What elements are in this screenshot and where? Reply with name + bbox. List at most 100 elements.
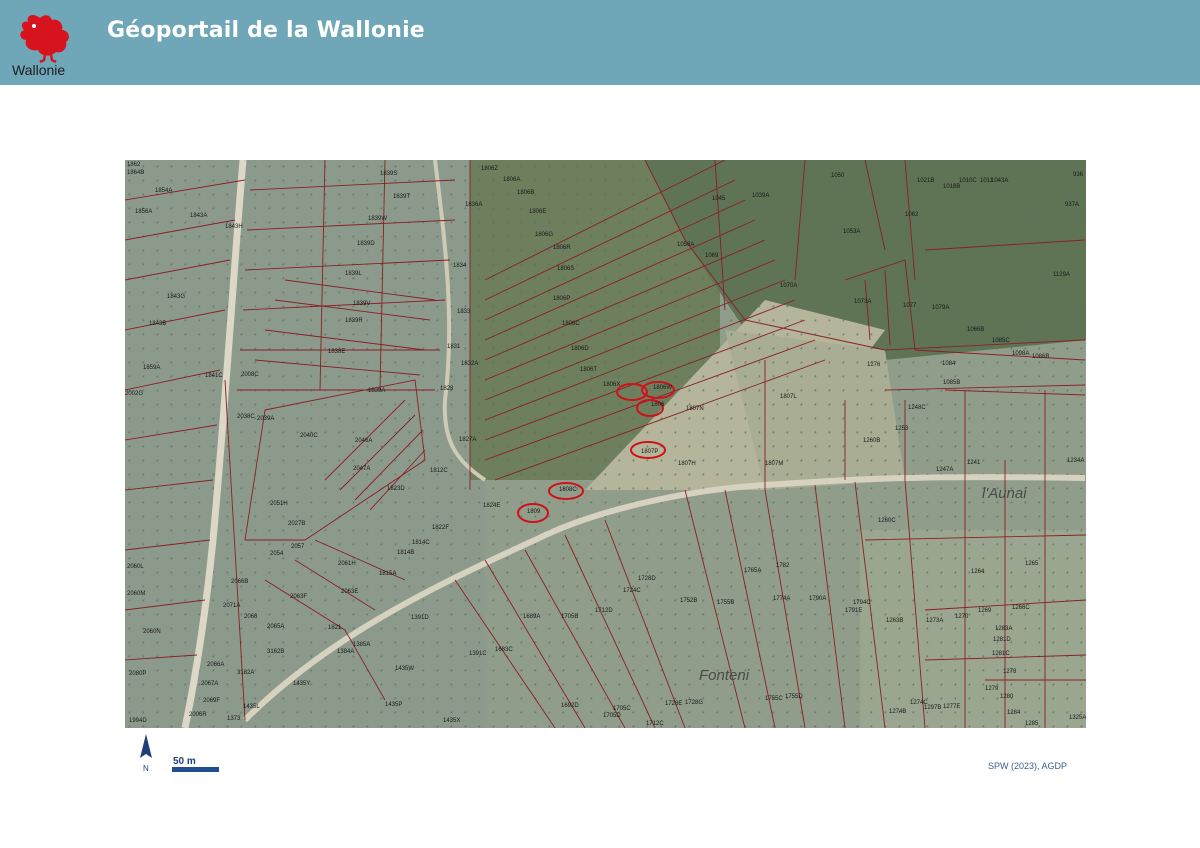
parcel-label: 1806E <box>529 209 546 215</box>
parcel-label: 1274B <box>889 709 906 715</box>
parcel-label: 2071A <box>223 603 240 609</box>
parcel-label: 1806A <box>503 177 520 183</box>
parcel-label: 1070A <box>780 283 797 289</box>
scale-label: 50 m <box>173 756 196 767</box>
parcel-label: 2054 <box>270 551 284 557</box>
parcel-label: 1062 <box>905 212 919 218</box>
parcel-label: 1373 <box>227 716 241 722</box>
parcel-label: 3162B <box>267 649 284 655</box>
parcel-label: 1839R <box>345 318 363 324</box>
parcel-label: 1263B <box>886 618 903 624</box>
parcel-label: 1752B <box>680 598 697 604</box>
north-label: N <box>143 764 149 773</box>
parcel-label: 2069F <box>203 698 220 704</box>
parcel-label: 1045 <box>712 196 726 202</box>
parcel-label: 2067A <box>201 681 218 687</box>
parcel-label: 1391D <box>411 615 429 621</box>
parcel-label: 1806S <box>557 266 574 272</box>
parcel-label: 1260B <box>863 438 880 444</box>
parcel-label: 2047A <box>353 466 370 472</box>
parcel-label: 1241 <box>967 460 981 466</box>
parcel-label: 1283A <box>995 626 1012 632</box>
place-label-aunai: l'Aunai <box>982 485 1027 502</box>
parcel-label: 1808C <box>559 487 577 493</box>
parcel-label: 1284 <box>1007 710 1021 716</box>
parcel-label: 1854A <box>155 188 172 194</box>
parcel-label: 2066B <box>231 579 248 585</box>
attribution: SPW (2023), AGDP <box>988 761 1068 771</box>
parcel-label: 1755B <box>717 600 734 606</box>
parcel-label: 1234A <box>1067 458 1084 464</box>
parcel-label: 1266C <box>1012 605 1030 611</box>
parcel-label: 1839L <box>345 271 362 277</box>
parcel-label: 1806G <box>535 232 553 238</box>
parcel-label: 1794C <box>853 600 871 606</box>
parcel-label: 1774A <box>773 596 790 602</box>
parcel-label: 2002G <box>125 391 143 397</box>
parcel-label: 1435L <box>243 704 260 710</box>
parcel-label: 1712D <box>595 608 613 614</box>
parcel-label: 1806C <box>562 321 580 327</box>
parcel-label: 2066A <box>207 662 224 668</box>
parcel-label: 1248C <box>908 405 926 411</box>
parcel-label: 1085B <box>943 380 960 386</box>
parcel-label: 1270 <box>955 614 969 620</box>
parcel-label: 1839T <box>393 194 410 200</box>
parcel-label: 1807M <box>765 461 783 467</box>
parcel-label: 1843H <box>225 224 243 230</box>
parcel-label: 1435P <box>385 702 402 708</box>
parcel-label: 1809 <box>527 509 541 515</box>
parcel-label: 1839V <box>353 301 370 307</box>
header-bar: Wallonie Géoportail de la Wallonie <box>0 0 1200 85</box>
parcel-label: 1384A <box>337 649 354 655</box>
parcel-label: 1264 <box>971 569 985 575</box>
parcel-label: 1281C <box>992 651 1010 657</box>
parcel-label: 1066B <box>967 327 984 333</box>
parcel-label: 2060M <box>127 591 145 597</box>
parcel-label: 1806D <box>571 346 589 352</box>
parcel-label: 1838E <box>328 349 345 355</box>
parcel-label: 1807H <box>678 461 696 467</box>
parcel-label: 1765A <box>744 568 761 574</box>
parcel-label: 1827A <box>459 437 476 443</box>
parcel-label: 2038C <box>237 414 255 420</box>
parcel-label: 1039A <box>752 193 769 199</box>
parcel-label: 1692D <box>561 703 579 709</box>
parcel-label: 1265 <box>1025 561 1039 567</box>
parcel-label: 1823D <box>387 486 405 492</box>
parcel-label: 1815A <box>379 571 396 577</box>
parcel-label: 2061H <box>338 561 356 567</box>
parcel-label: 1728E <box>665 701 682 707</box>
parcel-label: 1247A <box>936 467 953 473</box>
parcel-label: 1824E <box>483 503 500 509</box>
parcel-label: 1807P <box>641 449 658 455</box>
parcel-label: 1050 <box>831 173 845 179</box>
cadastral-map[interactable]: * <box>125 160 1086 728</box>
parcel-label: 1053A <box>843 229 860 235</box>
parcel-label: 1859A <box>143 365 160 371</box>
parcel-label: 1806 <box>651 402 665 408</box>
parcel-label: 1069 <box>705 253 719 259</box>
parcel-label: 1278 <box>1003 669 1017 675</box>
parcel-label: 2060N <box>143 629 161 635</box>
parcel-label: 1791E <box>845 608 862 614</box>
parcel-label: 1821 <box>328 625 342 631</box>
site-title: Géoportail de la Wallonie <box>107 18 425 43</box>
parcel-label: 2006R <box>189 712 207 718</box>
parcel-label: 1812C <box>430 468 448 474</box>
parcel-label: 1705B <box>561 614 578 620</box>
parcel-label: 3182A <box>237 670 254 676</box>
parcel-label: 1862 <box>127 162 141 168</box>
parcel-label: 1325A <box>1069 715 1086 721</box>
parcel-label: 1843A <box>190 213 207 219</box>
parcel-label: 1712C <box>646 721 664 727</box>
parcel-label: 1856A <box>135 209 152 215</box>
map-canvas[interactable]: * <box>125 160 1086 728</box>
parcel-label: 1435Y <box>293 681 310 687</box>
parcel-label: 1085C <box>992 338 1010 344</box>
parcel-label: 1689A <box>523 614 540 620</box>
parcel-label: 1822F <box>432 525 449 531</box>
parcel-label: 1790A <box>809 596 826 602</box>
parcel-hatching <box>125 160 1086 728</box>
parcel-label: 2040C <box>300 433 318 439</box>
